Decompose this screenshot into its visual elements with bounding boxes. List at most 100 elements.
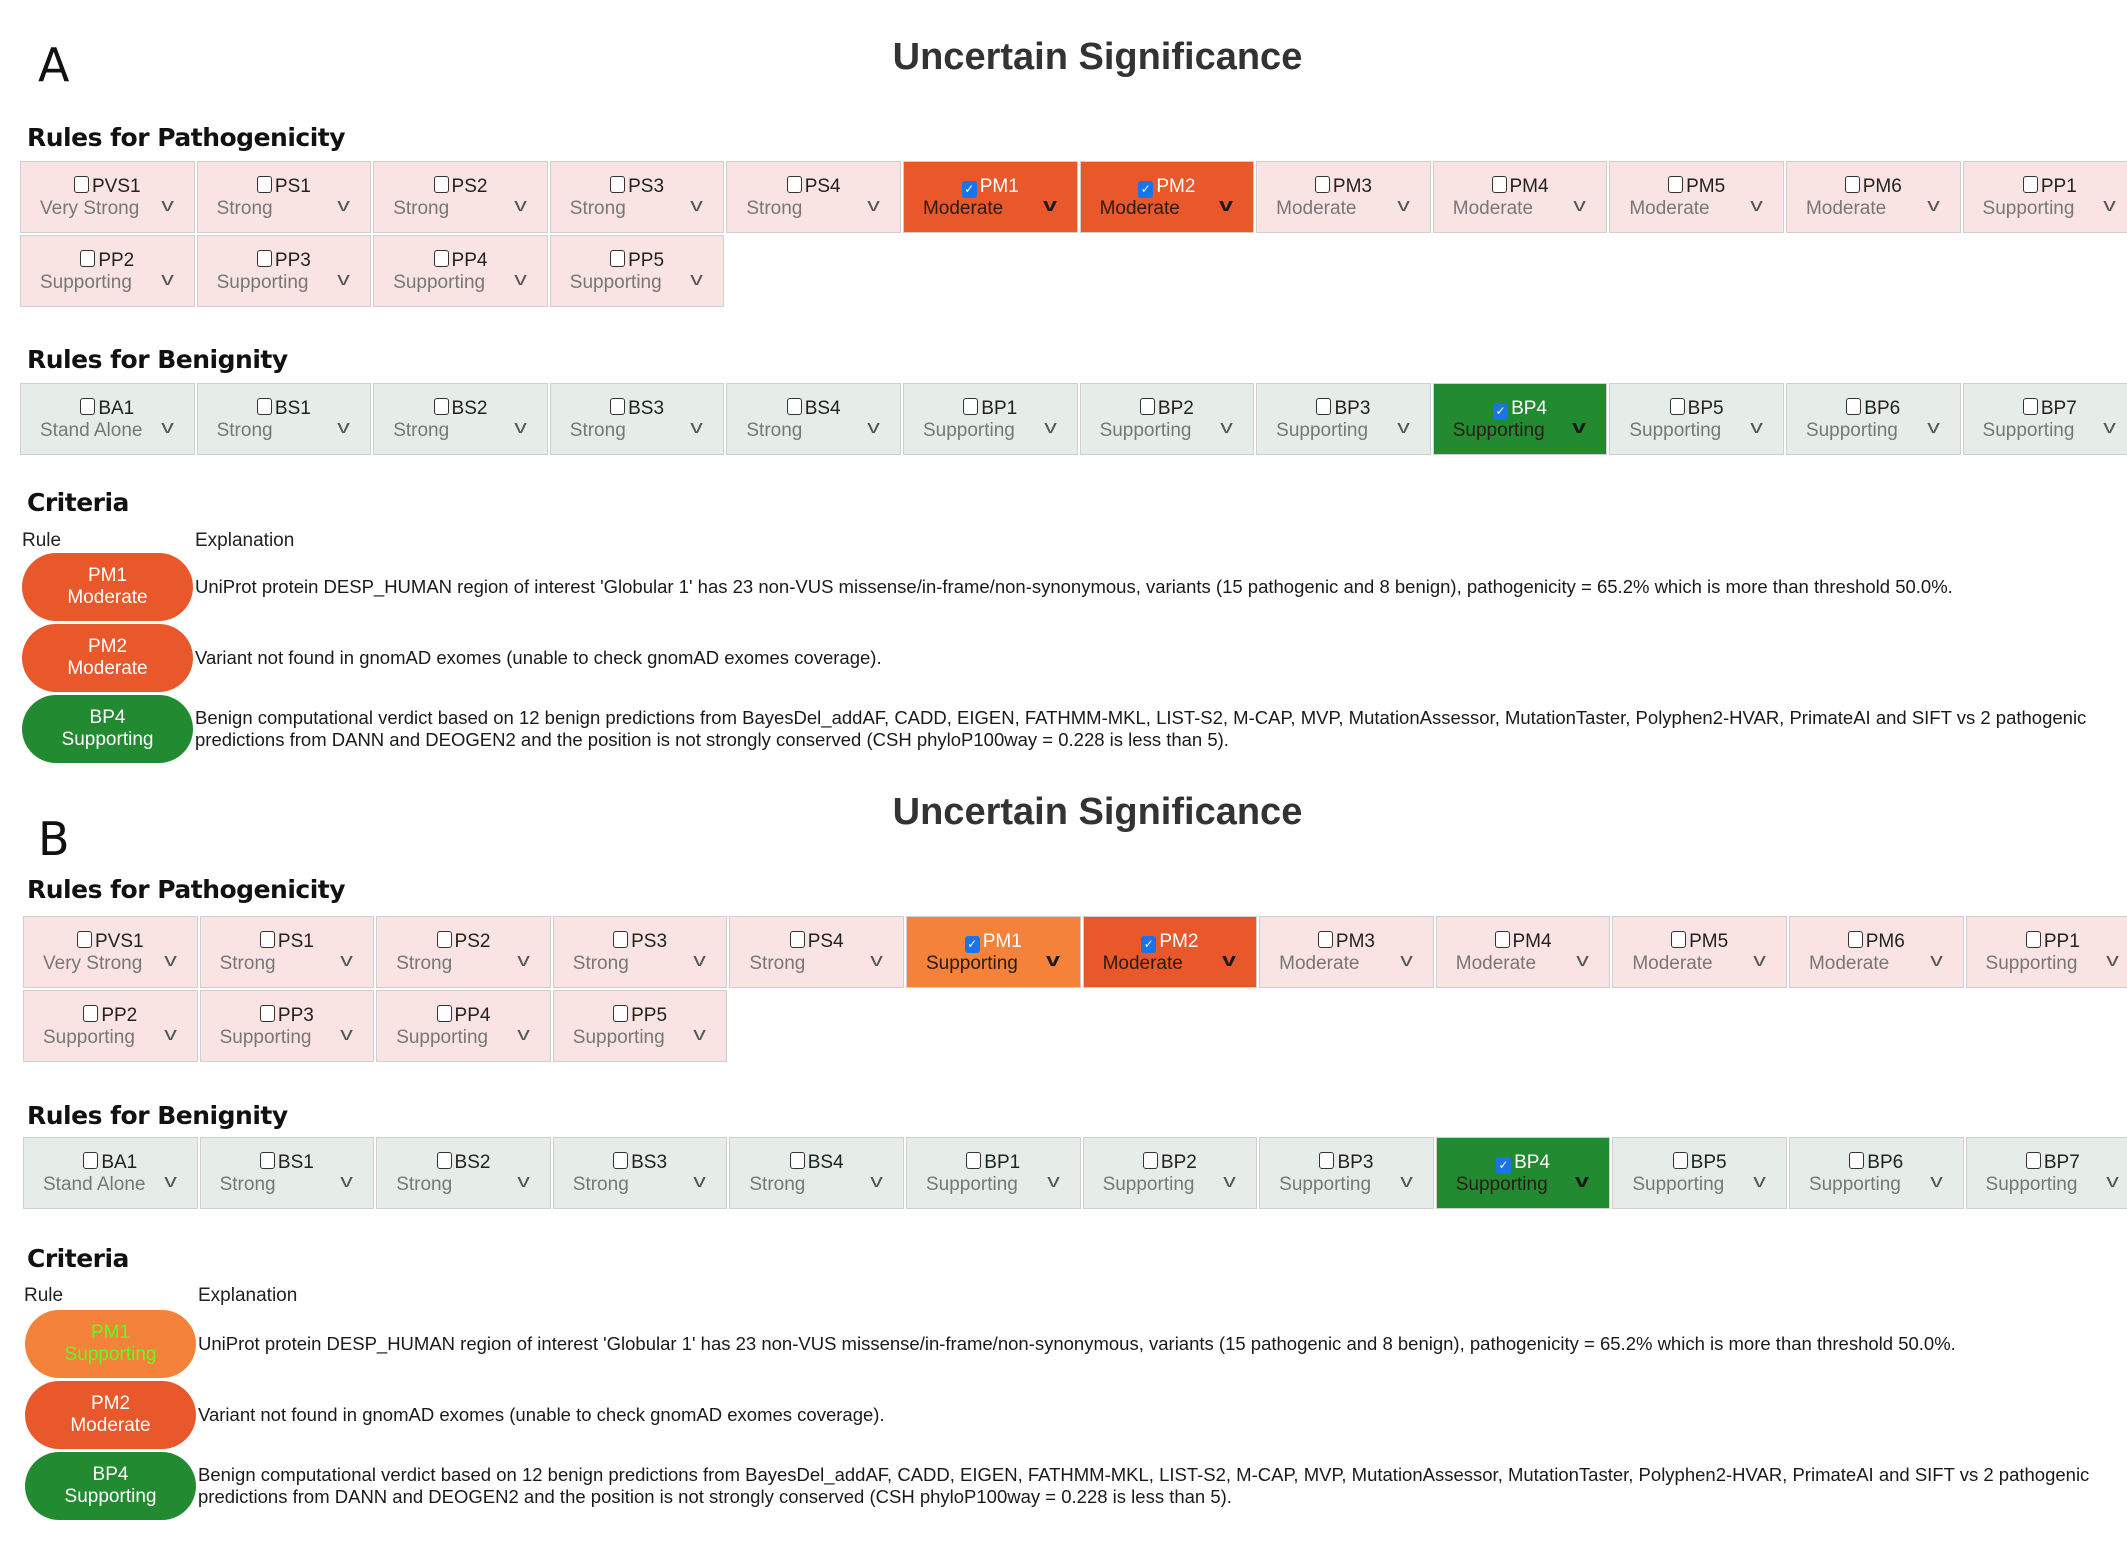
strength-select[interactable]: Strong bbox=[396, 953, 452, 975]
strength-select[interactable]: Supporting bbox=[1809, 1174, 1901, 1196]
rule-checkbox[interactable] bbox=[83, 1005, 99, 1022]
chevron-down-icon[interactable]: v bbox=[1222, 950, 1236, 971]
strength-select[interactable]: Supporting bbox=[926, 953, 1018, 975]
strength-select[interactable]: Supporting bbox=[926, 1174, 1018, 1196]
rule-cell-ba1[interactable]: BA1 Stand Alone v bbox=[23, 1137, 198, 1209]
strength-select[interactable]: Strong bbox=[396, 1174, 452, 1196]
strength-select[interactable]: Moderate bbox=[1809, 953, 1889, 975]
rule-cell-ps3[interactable]: PS3 Strong v bbox=[552, 916, 728, 988]
rule-cell-bs1[interactable]: BS1 Strong v bbox=[199, 1137, 375, 1209]
chevron-down-icon[interactable]: v bbox=[1930, 950, 1943, 971]
rule-cell-pp4[interactable]: PP4 Supporting v bbox=[376, 990, 551, 1062]
rule-checkbox[interactable] bbox=[77, 931, 92, 948]
rule-cell-bp7[interactable]: BP7 Supporting v bbox=[1965, 1137, 2127, 1209]
chevron-down-icon[interactable]: v bbox=[164, 950, 177, 971]
rule-checkbox[interactable] bbox=[1847, 931, 1863, 948]
rule-cell-pm2[interactable]: ✓ PM2 Moderate v bbox=[1082, 916, 1258, 988]
rule-checkbox[interactable] bbox=[1142, 1152, 1158, 1169]
rule-cell-pm4[interactable]: PM4 Moderate v bbox=[1435, 916, 1611, 988]
rule-cell-pp2[interactable]: PP2 Supporting v bbox=[23, 990, 198, 1062]
rule-checkbox[interactable] bbox=[1494, 931, 1510, 948]
rule-checkbox[interactable] bbox=[1672, 1152, 1688, 1169]
chevron-down-icon[interactable]: v bbox=[340, 1024, 353, 1045]
rule-cell-bp1[interactable]: BP1 Supporting v bbox=[905, 1137, 1081, 1209]
rule-checkbox[interactable] bbox=[613, 931, 629, 948]
rule-checkbox[interactable]: ✓ bbox=[1141, 936, 1157, 953]
rule-checkbox[interactable] bbox=[2025, 931, 2041, 948]
chevron-down-icon[interactable]: v bbox=[164, 1171, 177, 1192]
chevron-down-icon[interactable]: v bbox=[164, 1024, 177, 1045]
rule-cell-bp4[interactable]: ✓ BP4 Supporting v bbox=[1435, 1137, 1611, 1209]
strength-select[interactable]: Supporting bbox=[1632, 1174, 1724, 1196]
chevron-down-icon[interactable]: v bbox=[517, 950, 530, 971]
chevron-down-icon[interactable]: v bbox=[694, 1171, 707, 1192]
rule-cell-pp5[interactable]: PP5 Supporting v bbox=[552, 990, 728, 1062]
strength-select[interactable]: Moderate bbox=[1103, 953, 1183, 975]
chevron-down-icon[interactable]: v bbox=[1577, 950, 1590, 971]
rule-checkbox[interactable] bbox=[613, 1152, 629, 1169]
rule-cell-bp2[interactable]: BP2 Supporting v bbox=[1082, 1137, 1258, 1209]
rule-checkbox[interactable] bbox=[2025, 1152, 2041, 1169]
strength-select[interactable]: Strong bbox=[749, 953, 805, 975]
rule-cell-ps1[interactable]: PS1 Strong v bbox=[199, 916, 375, 988]
strength-select[interactable]: Very Strong bbox=[43, 953, 142, 975]
strength-select[interactable]: Moderate bbox=[1279, 953, 1359, 975]
rule-checkbox[interactable] bbox=[1319, 1152, 1335, 1169]
strength-select[interactable]: Supporting bbox=[1103, 1174, 1195, 1196]
rule-checkbox[interactable] bbox=[259, 1152, 275, 1169]
strength-select[interactable]: Supporting bbox=[220, 1027, 312, 1049]
rule-checkbox[interactable] bbox=[436, 1005, 452, 1022]
strength-select[interactable]: Strong bbox=[220, 953, 276, 975]
rule-cell-pp1[interactable]: PP1 Supporting v bbox=[1965, 916, 2127, 988]
rule-checkbox[interactable] bbox=[259, 1005, 275, 1022]
chevron-down-icon[interactable]: v bbox=[870, 950, 883, 971]
chevron-down-icon[interactable]: v bbox=[694, 950, 707, 971]
rule-cell-bs4[interactable]: BS4 Strong v bbox=[729, 1137, 904, 1209]
rule-cell-pm6[interactable]: PM6 Moderate v bbox=[1788, 916, 1964, 988]
rule-cell-bp3[interactable]: BP3 Supporting v bbox=[1259, 1137, 1434, 1209]
chevron-down-icon[interactable]: v bbox=[1753, 1171, 1766, 1192]
rule-checkbox[interactable]: ✓ bbox=[964, 936, 980, 953]
rule-cell-pm1[interactable]: ✓ PM1 Supporting v bbox=[905, 916, 1081, 988]
strength-select[interactable]: Moderate bbox=[1456, 953, 1536, 975]
chevron-down-icon[interactable]: v bbox=[870, 1171, 883, 1192]
rule-cell-bs2[interactable]: BS2 Strong v bbox=[376, 1137, 551, 1209]
chevron-down-icon[interactable]: v bbox=[340, 950, 353, 971]
strength-select[interactable]: Strong bbox=[573, 1174, 629, 1196]
rule-checkbox[interactable] bbox=[613, 1005, 629, 1022]
chevron-down-icon[interactable]: v bbox=[694, 1024, 707, 1045]
rule-checkbox[interactable] bbox=[83, 1152, 99, 1169]
rule-checkbox[interactable] bbox=[259, 931, 275, 948]
rule-cell-pp3[interactable]: PP3 Supporting v bbox=[199, 990, 375, 1062]
strength-select[interactable]: Moderate bbox=[1632, 953, 1712, 975]
strength-select[interactable]: Supporting bbox=[396, 1027, 488, 1049]
strength-select[interactable]: Strong bbox=[220, 1174, 276, 1196]
rule-cell-bp6[interactable]: BP6 Supporting v bbox=[1788, 1137, 1964, 1209]
strength-select[interactable]: Strong bbox=[749, 1174, 805, 1196]
rule-cell-ps2[interactable]: PS2 Strong v bbox=[376, 916, 551, 988]
rule-cell-bp5[interactable]: BP5 Supporting v bbox=[1612, 1137, 1787, 1209]
rule-checkbox[interactable] bbox=[1317, 931, 1333, 948]
rule-checkbox[interactable] bbox=[436, 931, 452, 948]
rule-cell-ps4[interactable]: PS4 Strong v bbox=[729, 916, 904, 988]
rule-checkbox[interactable] bbox=[1671, 931, 1687, 948]
chevron-down-icon[interactable]: v bbox=[1753, 950, 1766, 971]
chevron-down-icon[interactable]: v bbox=[2106, 950, 2119, 971]
strength-select[interactable]: Supporting bbox=[1986, 953, 2078, 975]
strength-select[interactable]: Strong bbox=[573, 953, 629, 975]
chevron-down-icon[interactable]: v bbox=[1930, 1171, 1943, 1192]
rule-checkbox[interactable]: ✓ bbox=[1496, 1157, 1512, 1174]
strength-select[interactable]: Supporting bbox=[1456, 1174, 1548, 1196]
rule-checkbox[interactable] bbox=[966, 1152, 982, 1169]
rule-cell-pm3[interactable]: PM3 Moderate v bbox=[1259, 916, 1434, 988]
strength-select[interactable]: Supporting bbox=[1279, 1174, 1371, 1196]
strength-select[interactable]: Stand Alone bbox=[43, 1174, 145, 1196]
chevron-down-icon[interactable]: v bbox=[1046, 950, 1060, 971]
strength-select[interactable]: Supporting bbox=[43, 1027, 135, 1049]
rule-cell-pvs1[interactable]: PVS1 Very Strong v bbox=[23, 916, 198, 988]
chevron-down-icon[interactable]: v bbox=[1575, 1171, 1589, 1192]
chevron-down-icon[interactable]: v bbox=[340, 1171, 353, 1192]
rule-checkbox[interactable] bbox=[1849, 1152, 1865, 1169]
rule-cell-pm5[interactable]: PM5 Moderate v bbox=[1612, 916, 1787, 988]
chevron-down-icon[interactable]: v bbox=[1047, 1171, 1060, 1192]
